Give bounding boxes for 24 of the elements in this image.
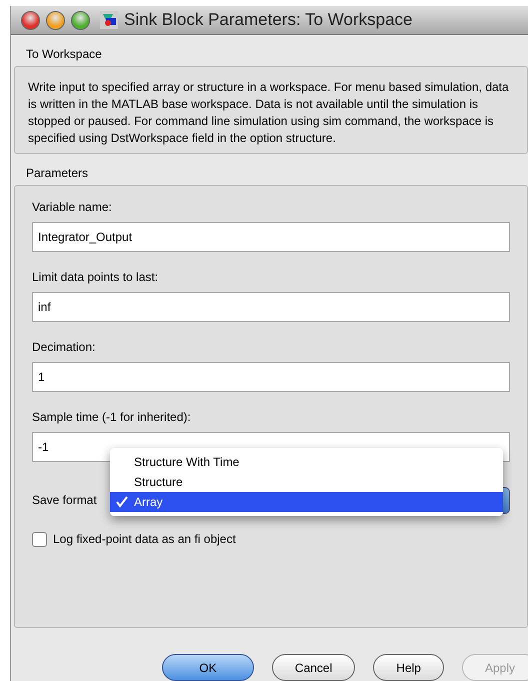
block-icon <box>100 11 118 29</box>
close-button[interactable] <box>21 10 40 30</box>
parameters-label: Parameters <box>26 166 88 180</box>
checkmark-icon <box>116 496 128 508</box>
field-label: Save format <box>32 492 98 509</box>
field-label: Limit data points to last: <box>32 269 160 286</box>
dropdown-option[interactable]: Structure <box>110 472 503 492</box>
zoom-button[interactable] <box>71 10 90 30</box>
checkbox[interactable] <box>32 532 47 546</box>
dialog-button[interactable]: Cancel <box>272 654 356 681</box>
input-field[interactable]: 1 <box>32 362 510 392</box>
dialog-button[interactable]: OK <box>162 654 254 681</box>
checkbox-label: Log fixed-point data as an fi object <box>53 531 236 548</box>
dialog-button[interactable]: Help <box>373 654 444 681</box>
window-title: Sink Block Parameters: To Workspace <box>124 9 412 32</box>
block-name: To Workspace <box>26 47 102 61</box>
dropdown-option[interactable]: Array <box>110 492 503 512</box>
input-field[interactable]: inf <box>32 292 510 322</box>
field-label: Decimation: <box>32 339 96 356</box>
minimize-button[interactable] <box>46 10 65 30</box>
input-field[interactable]: Integrator_Output <box>32 222 510 252</box>
description-text: Write input to specified array or structure in a workspace. For menu based simulation, data is written in the MATLAB base workspace. Data is not available until the simulation is stopped or paused. For command line simulation using sim command, the workspace is specified using DstWorkspace field in the option structure. <box>28 79 510 147</box>
field-label: Variable name: <box>32 199 113 216</box>
field-label: Sample time (-1 for inherited): <box>32 409 192 426</box>
